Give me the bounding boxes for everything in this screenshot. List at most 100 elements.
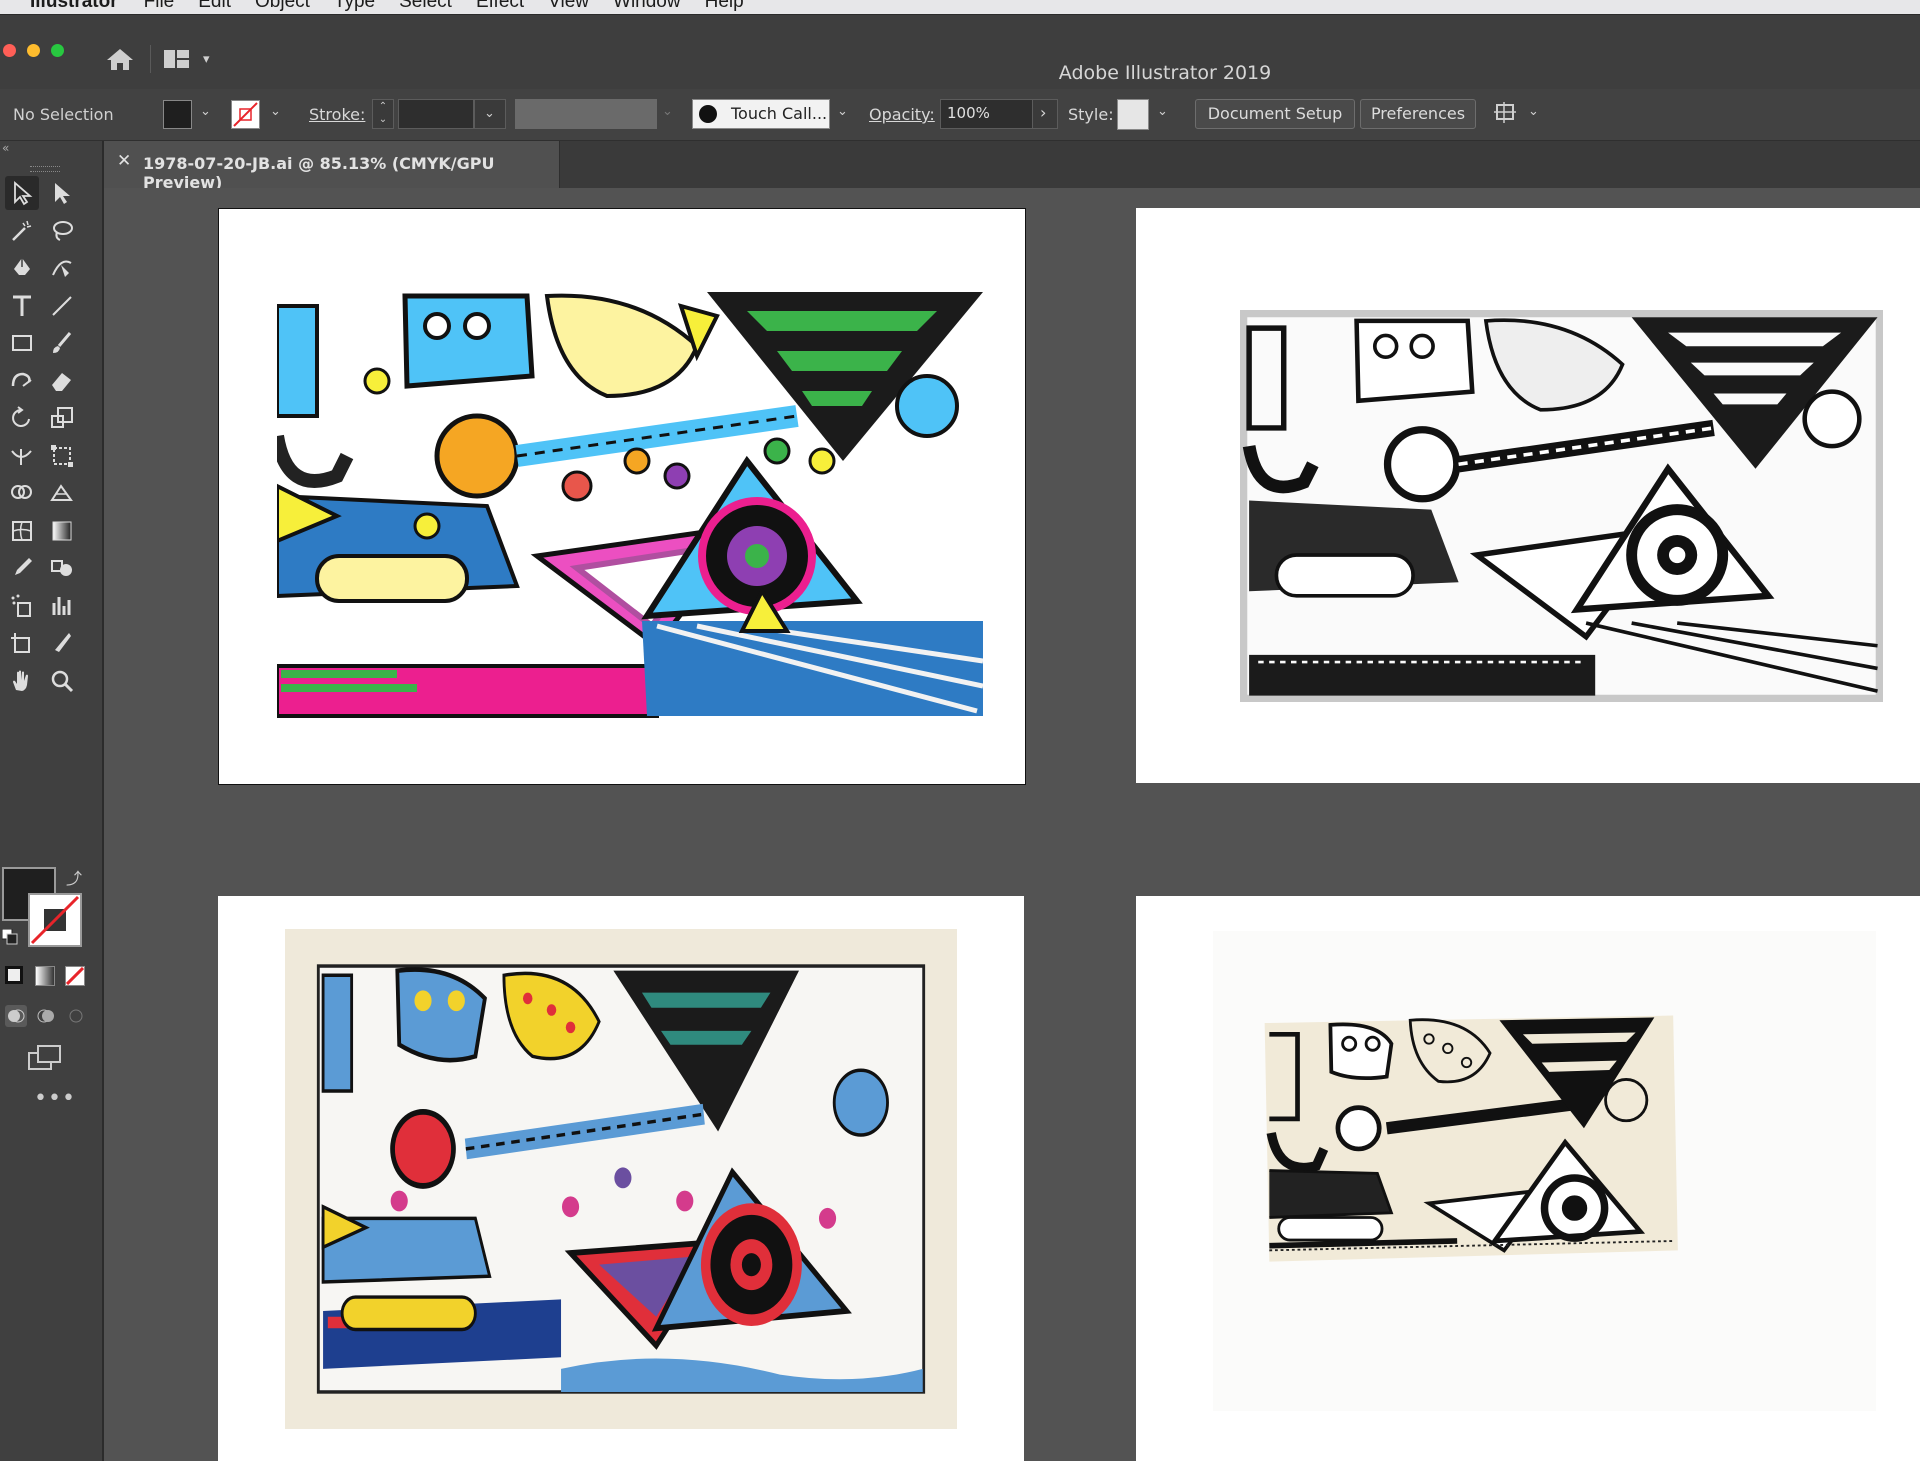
curvature-tool-icon[interactable] [45,251,79,285]
close-window-button[interactable] [3,44,16,57]
brush-definition[interactable]: Touch Call... [692,99,830,129]
stroke-weight-dropdown[interactable]: ⌄ [474,99,506,129]
fill-dropdown-icon[interactable]: ⌄ [200,104,211,119]
document-tab[interactable]: ✕ 1978-07-20-JB.ai @ 85.13% (CMYK/GPU Pr… [104,141,560,192]
brush-name: Touch Call... [731,104,828,123]
stroke-label[interactable]: Stroke: [309,105,365,124]
opacity-input[interactable]: 100% [940,99,1034,129]
style-label: Style: [1068,105,1114,124]
artboard-color-vector[interactable] [218,208,1026,785]
opacity-expand[interactable]: › [1032,99,1058,129]
close-icon[interactable]: ✕ [117,151,131,171]
menu-view[interactable]: View [548,0,589,13]
menu-window[interactable]: Window [613,0,681,13]
workspace-switcher-icon[interactable] [164,50,192,74]
menu-app-name[interactable]: Illustrator [30,0,118,13]
slice-tool-icon[interactable] [45,626,79,660]
arrange-documents-icon[interactable] [1494,101,1520,129]
direct-selection-tool-icon[interactable] [45,176,79,210]
fill-swatch[interactable] [163,100,192,129]
menu-help[interactable]: Help [705,0,744,13]
free-transform-icon[interactable] [45,439,79,473]
zoom-tool-icon[interactable] [45,664,79,698]
document-setup-button[interactable]: Document Setup [1195,99,1355,129]
app-title-bar: ▾ Adobe Illustrator 2019 [0,14,1920,90]
mac-menu-bar: Illustrator File Edit Object Type Select… [0,0,1920,14]
app-title: Adobe Illustrator 2019 [1058,62,1272,84]
stroke-color-box[interactable] [28,893,82,947]
profile-dropdown-icon[interactable]: ⌄ [662,104,673,119]
default-colors-icon[interactable] [1,928,18,949]
arrange-dropdown-icon[interactable]: ⌄ [1528,104,1539,119]
gradient-tool-icon[interactable] [45,514,79,548]
artboard-sketch-photo[interactable] [1136,896,1920,1461]
color-vector-illustration[interactable] [277,286,983,718]
line-tool-icon[interactable] [45,289,79,323]
home-icon[interactable] [106,47,134,75]
artboard-color-photo[interactable] [218,896,1024,1461]
swap-colors-icon[interactable]: ⤴ [66,865,82,889]
width-tool-icon[interactable] [5,439,39,473]
draw-behind-icon[interactable] [35,1005,57,1031]
opacity-value: 100% [947,104,990,122]
rotate-tool-icon[interactable] [5,401,39,435]
eraser-icon[interactable] [45,364,79,398]
screen-mode-icon[interactable] [28,1045,62,1075]
menu-object[interactable]: Object [255,0,310,13]
shape-builder-icon[interactable] [5,476,39,510]
lasso-icon[interactable] [45,214,79,248]
scale-tool-icon[interactable] [45,401,79,435]
rectangle-tool-icon[interactable] [5,326,39,360]
gradient-mode-icon[interactable] [35,966,55,986]
blend-tool-icon[interactable] [45,551,79,585]
sketch-photo-illustration[interactable] [1213,931,1876,1411]
divider [150,45,151,73]
panel-grip[interactable] [30,166,60,172]
style-dropdown-icon[interactable]: ⌄ [1157,104,1168,119]
preferences-button[interactable]: Preferences [1360,99,1476,129]
artboard-tool-icon[interactable] [5,626,39,660]
canvas[interactable] [104,188,1920,1461]
color-mode-icon[interactable] [5,966,23,984]
hand-tool-icon[interactable] [5,664,39,698]
more-tools-icon[interactable]: ••• [34,1086,76,1111]
stroke-dropdown-icon[interactable]: ⌄ [270,104,281,119]
document-tab-bar: ✕ 1978-07-20-JB.ai @ 85.13% (CMYK/GPU Pr… [104,141,1920,192]
brush-dot-icon [699,105,717,123]
stroke-weight-stepper[interactable]: ⌃ ⌄ [372,99,394,129]
minimize-window-button[interactable] [27,44,40,57]
type-tool-icon[interactable] [5,289,39,323]
variable-width-profile[interactable] [515,99,657,129]
control-bar: No Selection ⌄ ⌄ Stroke: ⌃ ⌄ ⌄ ⌄ Touch Ca… [0,89,1920,141]
menu-select[interactable]: Select [399,0,452,13]
symbol-sprayer-icon[interactable] [5,589,39,623]
eyedropper-icon[interactable] [5,551,39,585]
magic-wand-icon[interactable] [5,214,39,248]
shaper-tool-icon[interactable] [5,364,39,398]
pen-tool-icon[interactable] [5,251,39,285]
paintbrush-icon[interactable] [45,326,79,360]
draw-normal-icon[interactable] [5,1005,27,1027]
collapse-panel-icon[interactable]: « [2,141,9,155]
menu-type[interactable]: Type [334,0,375,13]
graphic-style-swatch[interactable] [1117,99,1149,130]
column-graph-icon[interactable] [45,589,79,623]
artboard-bw-vector[interactable] [1136,208,1920,783]
selection-tool-icon[interactable] [5,176,39,210]
menu-effect[interactable]: Effect [476,0,524,13]
selection-status: No Selection [13,105,114,124]
none-mode-icon[interactable] [65,966,85,986]
bw-vector-illustration[interactable] [1240,310,1883,702]
perspective-grid-icon[interactable] [45,476,79,510]
stroke-swatch[interactable] [231,100,260,129]
mesh-tool-icon[interactable] [5,514,39,548]
opacity-label[interactable]: Opacity: [869,105,935,124]
chevron-down-icon[interactable]: ▾ [203,52,210,67]
menu-edit[interactable]: Edit [198,0,231,13]
stroke-weight-input[interactable] [398,99,474,129]
color-photo-illustration[interactable] [285,929,957,1429]
draw-inside-icon[interactable] [65,1005,87,1031]
brush-dropdown-icon[interactable]: ⌄ [837,104,848,119]
menu-file[interactable]: File [144,0,175,13]
zoom-window-button[interactable] [51,44,64,57]
